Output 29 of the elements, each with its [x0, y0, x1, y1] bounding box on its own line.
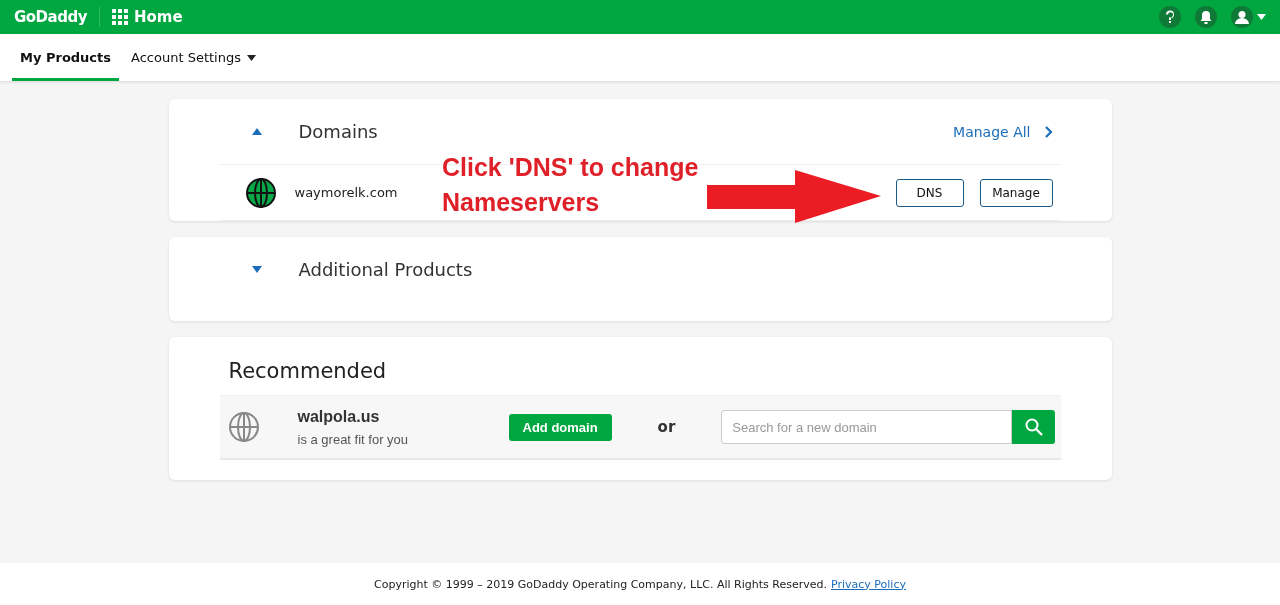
copyright-text: Copyright © 1999 – 2019 GoDaddy Operating Company, LLC. All Rights Reserved.	[374, 577, 827, 591]
dns-button[interactable]: DNS	[895, 178, 964, 207]
suggestion-text: is a great fit for you	[297, 431, 410, 447]
globe-icon	[244, 176, 277, 209]
privacy-policy-link[interactable]: Privacy Policy	[831, 577, 906, 591]
or-text: or	[657, 418, 676, 436]
grid-icon	[111, 9, 128, 25]
caret-up-icon[interactable]	[251, 128, 262, 135]
caret-down-icon	[247, 54, 256, 61]
search-icon	[1024, 418, 1043, 436]
section-title: Domains	[298, 121, 378, 142]
bell-icon[interactable]	[1195, 6, 1217, 28]
manage-button[interactable]: Manage	[979, 178, 1053, 207]
manage-all-link[interactable]: Manage All	[953, 123, 1061, 140]
search-field[interactable]: Search for a new domain	[721, 410, 1013, 444]
caret-down-icon[interactable]	[1257, 14, 1266, 20]
chevron-right-icon	[1044, 125, 1053, 138]
suggested-domain: walpola.us	[297, 407, 381, 426]
globe-icon	[227, 411, 260, 443]
user-icon[interactable]	[1231, 6, 1253, 28]
arrow-icon	[707, 170, 881, 223]
domain-name[interactable]: waymorelk.com	[294, 185, 398, 200]
help-icon[interactable]	[1159, 6, 1181, 28]
caret-down-icon[interactable]	[251, 266, 262, 273]
nav-tab[interactable]: My Products	[12, 34, 120, 81]
annotation-text: Click 'DNS' to change Nameservers	[442, 152, 700, 218]
nav-tab[interactable]: Account Settings	[123, 34, 264, 81]
section-title: Additional Products	[298, 259, 473, 280]
search-button[interactable]	[1012, 410, 1056, 444]
